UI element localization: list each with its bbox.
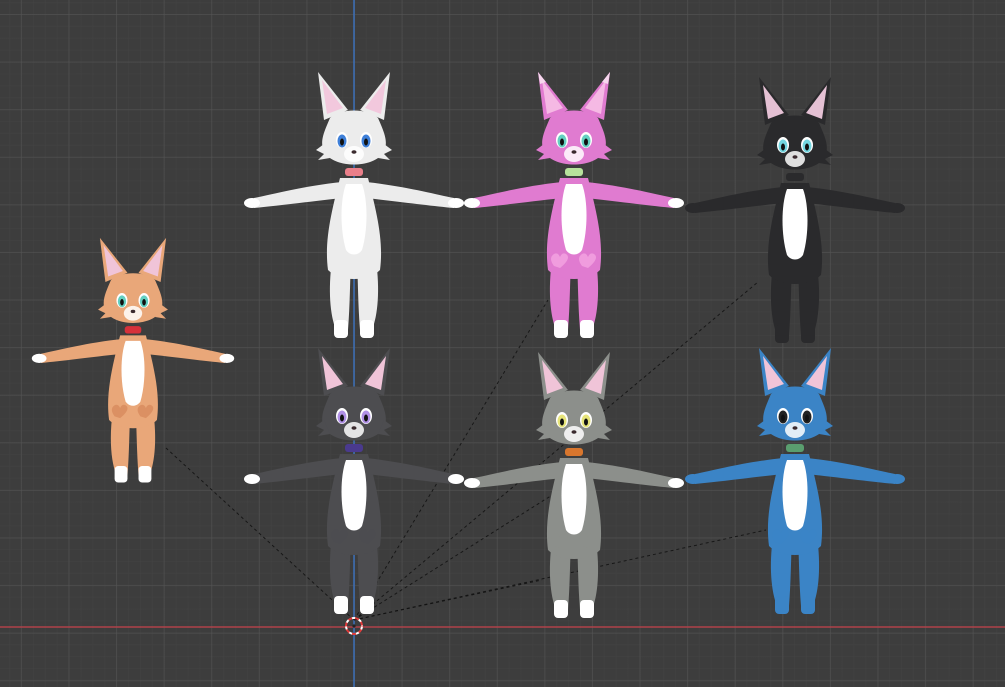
left-hand [685,474,701,484]
relationship-line [353,579,543,621]
left-arm [41,339,122,363]
right-arm [586,182,674,208]
collar [786,173,804,181]
collar [786,444,804,452]
right-foot [580,320,594,338]
left-arm [254,458,342,484]
right-foot [801,596,815,614]
left-hand [31,353,47,363]
left-hand [685,203,701,213]
muzzle [344,146,364,162]
right-foot [580,600,594,618]
right-ear-tip [602,72,610,84]
relationship-line [353,299,549,621]
left-hand [464,478,480,488]
belly-patch [782,460,808,531]
collar [565,448,583,456]
right-arm [807,458,895,484]
belly-patch [121,340,145,406]
right-foot [360,320,374,338]
collar [124,326,142,334]
belly-patch [341,184,367,255]
nose [351,150,357,154]
muzzle [785,151,805,167]
right-pupil [364,138,368,146]
right-arm [366,458,454,484]
muzzle [564,426,584,442]
left-arm [474,462,562,488]
character-blue[interactable] [685,348,905,614]
left-pupil [781,414,785,422]
character-orange[interactable] [31,237,235,483]
nose [571,150,577,154]
belly-patch [341,460,367,531]
character-light-grey[interactable] [464,352,684,618]
right-hand [668,478,684,488]
character-black[interactable] [685,77,905,343]
nose [130,309,136,314]
left-foot [554,600,568,618]
right-hand [219,353,235,363]
muzzle [123,305,143,321]
nose [351,426,357,430]
left-foot [334,596,348,614]
right-hand [668,198,684,208]
left-pupil [560,418,564,426]
characters [31,72,905,618]
collar [345,168,363,176]
left-foot [114,466,128,483]
right-pupil [142,299,146,306]
left-arm [695,187,783,213]
left-pupil [781,143,785,151]
left-hand [464,198,480,208]
right-foot [138,466,152,483]
nose [571,430,577,434]
muzzle [564,146,584,162]
right-pupil [584,418,588,426]
right-arm [807,187,895,213]
left-ear-tip [538,72,546,84]
nose [792,426,798,430]
left-pupil [340,138,344,146]
left-pupil [560,138,564,146]
collar [565,168,583,176]
right-pupil [584,138,588,146]
left-pupil [340,414,344,422]
belly-patch [561,464,587,535]
left-arm [695,458,783,484]
right-foot [801,325,815,343]
left-arm [254,182,342,208]
left-foot [554,320,568,338]
viewport-scene[interactable] [0,0,1005,687]
left-foot [775,325,789,343]
collar [345,444,363,452]
left-pupil [120,299,124,306]
right-hand [889,203,905,213]
right-arm [586,462,674,488]
muzzle [344,422,364,438]
right-hand [889,474,905,484]
right-hand [448,474,464,484]
right-hand [448,198,464,208]
right-pupil [805,414,809,422]
3d-viewport[interactable] [0,0,1005,687]
character-pink[interactable] [464,72,684,338]
left-hand [244,474,260,484]
right-pupil [364,414,368,422]
belly-patch [782,189,808,260]
right-foot [360,596,374,614]
belly-patch [561,184,587,255]
left-arm [474,182,562,208]
left-foot [775,596,789,614]
relationship-lines [165,281,767,621]
right-arm [144,339,225,363]
right-arm [366,182,454,208]
nose [792,155,798,159]
muzzle [785,422,805,438]
left-hand [244,198,260,208]
right-pupil [805,143,809,151]
left-foot [334,320,348,338]
